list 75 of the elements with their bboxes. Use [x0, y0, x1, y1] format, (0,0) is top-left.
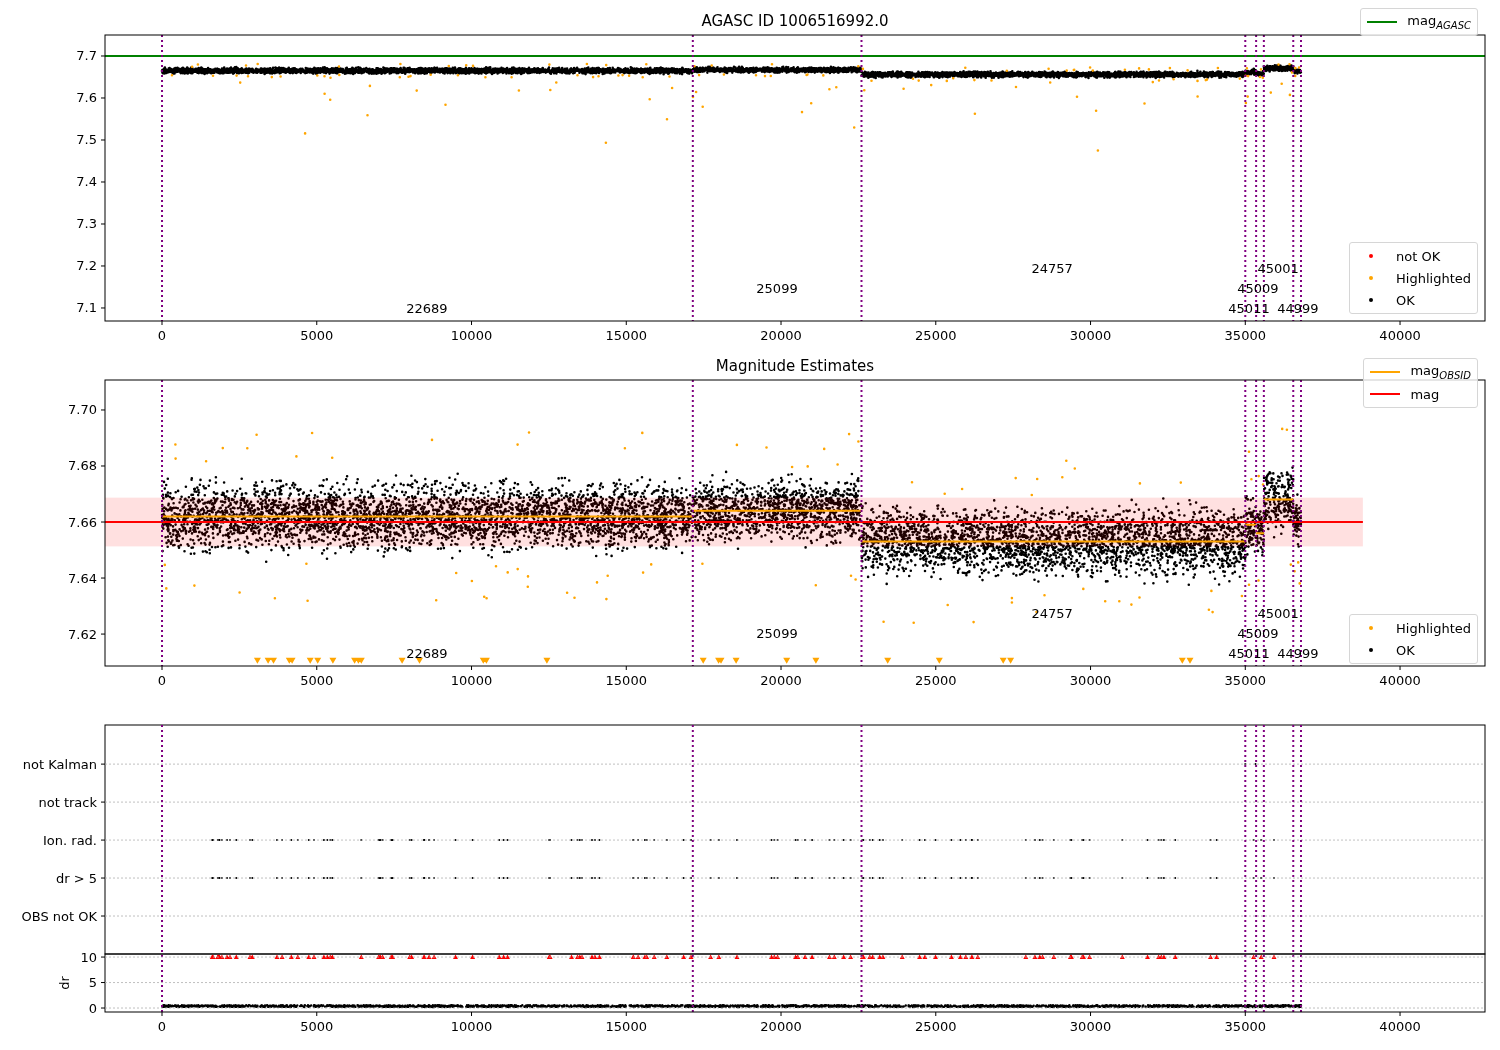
- tick-label: 15000: [605, 1019, 647, 1034]
- tick-label: OBS not OK: [21, 908, 97, 924]
- tick-label: 35000: [1224, 1019, 1266, 1034]
- legend-label: not OK: [1396, 248, 1441, 264]
- tick-label: 7.4: [76, 174, 97, 190]
- tick-label: 0: [157, 328, 167, 343]
- tick-label: 7.62: [68, 626, 97, 642]
- tick-label: 7.1: [76, 300, 97, 316]
- tick-label: 7.66: [68, 514, 97, 530]
- tick-label: not track: [38, 794, 97, 810]
- tick-label: 5000: [300, 673, 334, 688]
- tick-label: 35000: [1224, 328, 1266, 343]
- tick-label: 15000: [605, 328, 647, 343]
- tick-label: 25000: [915, 1019, 957, 1034]
- tick-label: 20000: [760, 1019, 802, 1034]
- tick-label: 7.64: [68, 570, 97, 586]
- obsid-label: 45001: [1257, 606, 1299, 622]
- tick-label: 7.5: [76, 132, 97, 148]
- tick-label: Ion. rad.: [43, 832, 97, 848]
- tick-label: 20000: [760, 328, 802, 343]
- legend-label: OK: [1396, 292, 1415, 308]
- tick-label: 5000: [300, 1019, 334, 1034]
- tick-label: 0: [88, 1000, 97, 1016]
- tick-label: 30000: [1069, 1019, 1112, 1034]
- tick-label: 5: [88, 975, 97, 991]
- tick-label: 7.6: [76, 90, 97, 106]
- obsid-label: 45009: [1237, 281, 1279, 297]
- tick-label: 35000: [1224, 673, 1266, 688]
- obsid-label: 25099: [756, 281, 798, 297]
- tick-label: 7.3: [76, 216, 97, 232]
- line-swatch-icon: [1370, 393, 1401, 395]
- obsid-label: 45011: [1228, 301, 1270, 317]
- tick-label: 25000: [915, 673, 957, 688]
- tick-label: 30000: [1069, 673, 1112, 688]
- tick-label: 5000: [300, 328, 334, 343]
- legend-label: mag: [1410, 386, 1440, 402]
- tick-label: 25000: [915, 328, 957, 343]
- tick-label: 40000: [1379, 328, 1421, 343]
- obsid-label: 24757: [1031, 261, 1073, 277]
- legend-label: Highlighted: [1396, 270, 1471, 286]
- tick-label: 15000: [605, 673, 647, 688]
- obsid-label: 45001: [1257, 261, 1299, 277]
- legend-label: OK: [1396, 642, 1415, 658]
- legend-label: mag$_{OBSID}$: [1410, 363, 1471, 381]
- tick-label: 7.2: [76, 258, 97, 274]
- tick-label: 0: [157, 1019, 167, 1034]
- legend-label: Highlighted: [1396, 620, 1471, 636]
- obsid-label: 45011: [1228, 646, 1270, 662]
- tick-label: 7.68: [68, 458, 97, 474]
- tick-label: not Kalman: [22, 756, 97, 772]
- legend-label: mag$_{AGASC}$: [1407, 13, 1471, 31]
- tick-label: 10000: [450, 1019, 493, 1034]
- tick-label: dr > 5: [55, 870, 97, 886]
- obsid-label: 24757: [1031, 606, 1073, 622]
- tick-label: 7.70: [68, 402, 97, 418]
- tick-label: 0: [157, 673, 167, 688]
- line-swatch-icon: [1370, 371, 1401, 373]
- line-swatch-icon: [1367, 21, 1398, 23]
- tick-label: 20000: [760, 673, 802, 688]
- tick-label: 10000: [450, 673, 493, 688]
- chart-title: Magnitude Estimates: [715, 357, 875, 375]
- tick-label: 40000: [1379, 1019, 1421, 1034]
- obsid-label: 45009: [1237, 626, 1279, 642]
- tick-label: 7.7: [76, 48, 97, 64]
- obsid-label: 22689: [406, 646, 448, 662]
- tick-label: 40000: [1379, 673, 1421, 688]
- tick-label: 30000: [1069, 328, 1112, 343]
- obsid-label: 44999: [1277, 646, 1319, 662]
- tick-label: 10000: [450, 328, 493, 343]
- tick-label: 10: [80, 949, 97, 965]
- chart-title: AGASC ID 1006516992.0: [701, 12, 889, 30]
- obsid-label: 44999: [1277, 301, 1319, 317]
- axis-label: dr: [57, 976, 72, 990]
- obsid-label: 25099: [756, 626, 798, 642]
- obsid-label: 22689: [406, 301, 448, 317]
